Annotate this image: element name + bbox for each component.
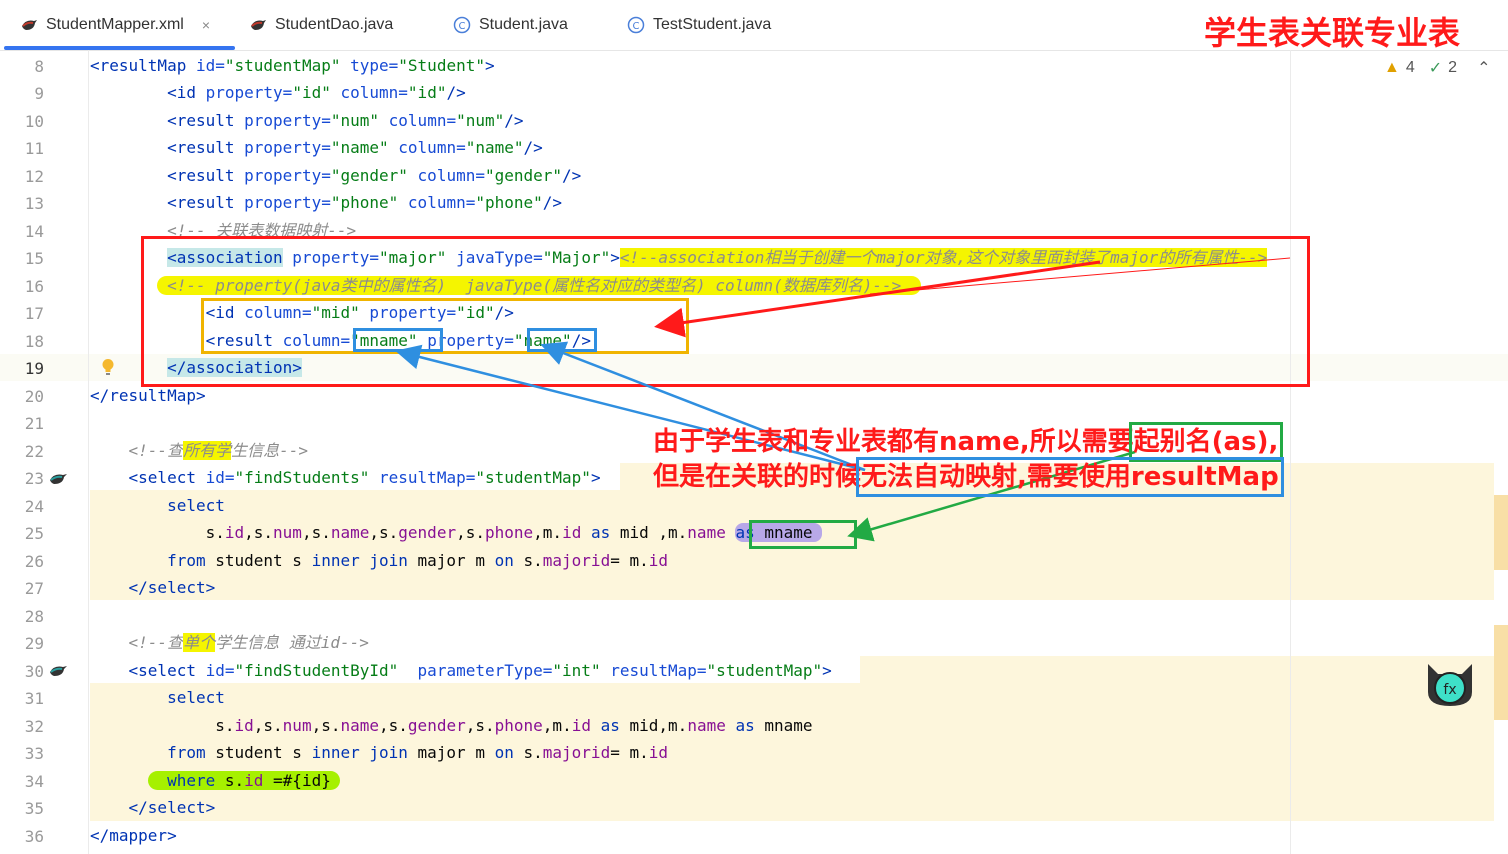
assistant-avatar-icon[interactable]: fx bbox=[1422, 656, 1478, 710]
code-line-33[interactable]: from student s inner join major m on s.m… bbox=[90, 743, 668, 763]
line-number: 32 bbox=[24, 717, 44, 736]
scrollbar-marker[interactable] bbox=[1494, 495, 1508, 570]
line-number: 25 bbox=[24, 524, 44, 543]
tab-student-java[interactable]: C Student.java bbox=[453, 0, 568, 50]
tab-studentdao-java[interactable]: StudentDao.java bbox=[249, 0, 393, 50]
tab-label: StudentDao.java bbox=[275, 16, 394, 33]
annotation-text: 由于学生表和专业表都有name,所以需要 bbox=[653, 427, 1134, 457]
name-property-box bbox=[527, 328, 597, 352]
code-line-25[interactable]: s.id,s.num,s.name,s.gender,s.phone,m.id … bbox=[90, 523, 823, 543]
mapping-annotation-box bbox=[201, 298, 689, 354]
active-tab-indicator bbox=[4, 46, 235, 50]
code-line-30[interactable]: <select id="findStudentById" parameterTy… bbox=[90, 661, 832, 681]
line-number: 17 bbox=[24, 304, 44, 323]
code-line-31[interactable]: select bbox=[90, 688, 225, 708]
code-line-11[interactable]: <result property="name" column="name"/> bbox=[90, 138, 543, 158]
svg-text:C: C bbox=[633, 21, 640, 32]
mybatis-bird-icon bbox=[22, 20, 37, 30]
tab-studentmapper-xml[interactable]: StudentMapper.xml × bbox=[20, 0, 210, 50]
line-number: 22 bbox=[24, 442, 44, 461]
line-number: 19 bbox=[24, 359, 44, 378]
line-number: 16 bbox=[24, 277, 44, 296]
line-number: 28 bbox=[24, 607, 44, 626]
code-line-23[interactable]: <select id="findStudents" resultMap="stu… bbox=[90, 468, 601, 488]
code-line-26[interactable]: from student s inner join major m on s.m… bbox=[90, 551, 668, 571]
code-line-8[interactable]: <resultMap id="studentMap" type="Student… bbox=[90, 56, 495, 76]
code-line-35[interactable]: </select> bbox=[90, 798, 216, 818]
code-line-9[interactable]: <id property="id" column="id"/> bbox=[90, 83, 466, 103]
annotation-line-2: 但是在关联的时候无法自动映射,需要使用resultMap bbox=[653, 456, 1284, 497]
mname-column-box bbox=[353, 328, 443, 352]
line-number: 33 bbox=[24, 744, 44, 763]
code-line-10[interactable]: <result property="num" column="num"/> bbox=[90, 111, 523, 131]
code-line-27[interactable]: </select> bbox=[90, 578, 216, 598]
line-number: 27 bbox=[24, 579, 44, 598]
mybatis-navigate-icon[interactable] bbox=[48, 662, 68, 680]
code-line-20[interactable]: </resultMap> bbox=[90, 386, 206, 406]
line-number: 15 bbox=[24, 249, 44, 268]
line-number: 24 bbox=[24, 497, 44, 516]
code-line-12[interactable]: <result property="gender" column="gender… bbox=[90, 166, 581, 186]
line-number: 23 bbox=[24, 469, 44, 488]
line-number: 26 bbox=[24, 552, 44, 571]
class-c-icon: C bbox=[627, 16, 645, 34]
code-line-13[interactable]: <result property="phone" column="phone"/… bbox=[90, 193, 562, 213]
code-line-24[interactable]: select bbox=[90, 496, 225, 516]
mybatis-navigate-icon[interactable] bbox=[48, 470, 68, 488]
class-c-icon: C bbox=[453, 16, 471, 34]
scrollbar-marker[interactable] bbox=[1494, 625, 1508, 720]
line-number: 34 bbox=[24, 772, 44, 791]
line-number: 13 bbox=[24, 194, 44, 213]
close-icon[interactable]: × bbox=[202, 17, 210, 33]
check-count: 2 bbox=[1448, 59, 1458, 76]
mybatis-bird-icon bbox=[251, 20, 266, 30]
tab-label: StudentMapper.xml bbox=[46, 16, 184, 33]
annotation-line-1: 由于学生表和专业表都有name,所以需要起别名(as), bbox=[653, 421, 1284, 462]
select-block-band bbox=[860, 656, 1494, 683]
line-number: 20 bbox=[24, 387, 44, 406]
line-number: 36 bbox=[24, 827, 44, 846]
code-line-29[interactable]: <!--查单个学生信息 通过id--> bbox=[90, 633, 369, 653]
code-line-34[interactable]: where s.id =#{id} bbox=[90, 771, 341, 791]
code-line-32[interactable]: s.id,s.num,s.name,s.gender,s.phone,m.id … bbox=[90, 716, 812, 736]
chevron-up-icon[interactable]: ⌃ bbox=[1477, 58, 1490, 78]
line-number: 11 bbox=[24, 139, 44, 158]
svg-text:C: C bbox=[459, 21, 466, 32]
warning-count: 4 bbox=[1405, 59, 1415, 76]
page-title: 学生表关联专业表 bbox=[1204, 14, 1461, 52]
line-number: 30 bbox=[24, 662, 44, 681]
line-number: 12 bbox=[24, 167, 44, 186]
editor-tab-bar: StudentMapper.xml × StudentDao.java C St… bbox=[0, 0, 1508, 52]
check-icon: ✓ bbox=[1428, 60, 1443, 77]
line-number: 8 bbox=[34, 57, 44, 76]
line-number: 21 bbox=[24, 414, 44, 433]
right-margin-guide bbox=[1290, 50, 1291, 854]
line-number: 14 bbox=[24, 222, 44, 241]
line-number: 31 bbox=[24, 689, 44, 708]
code-line-22[interactable]: <!--查所有学生信息--> bbox=[90, 441, 308, 461]
tab-teststudent-java[interactable]: C TestStudent.java bbox=[627, 0, 771, 50]
tab-label: TestStudent.java bbox=[653, 16, 772, 33]
inspection-widget[interactable]: ▲4 ✓2 ⌃ ⌄ bbox=[1384, 58, 1508, 78]
line-number: 35 bbox=[24, 799, 44, 818]
code-line-36[interactable]: </mapper> bbox=[90, 826, 177, 846]
annotation-alias-text: 起别名(as), bbox=[1128, 422, 1284, 462]
alias-as-box bbox=[749, 520, 857, 549]
warning-icon: ▲ bbox=[1384, 59, 1400, 76]
annotation-text: 但是在关联的时候 bbox=[653, 462, 862, 492]
line-number: 18 bbox=[24, 332, 44, 351]
line-number: 9 bbox=[34, 84, 44, 103]
gutter-divider bbox=[88, 50, 89, 854]
line-number: 29 bbox=[24, 634, 44, 653]
annotation-resultmap-text: 无法自动映射,需要使用resultMap bbox=[856, 457, 1284, 497]
line-number: 10 bbox=[24, 112, 44, 131]
svg-text:fx: fx bbox=[1443, 682, 1456, 698]
tab-label: Student.java bbox=[479, 16, 568, 33]
